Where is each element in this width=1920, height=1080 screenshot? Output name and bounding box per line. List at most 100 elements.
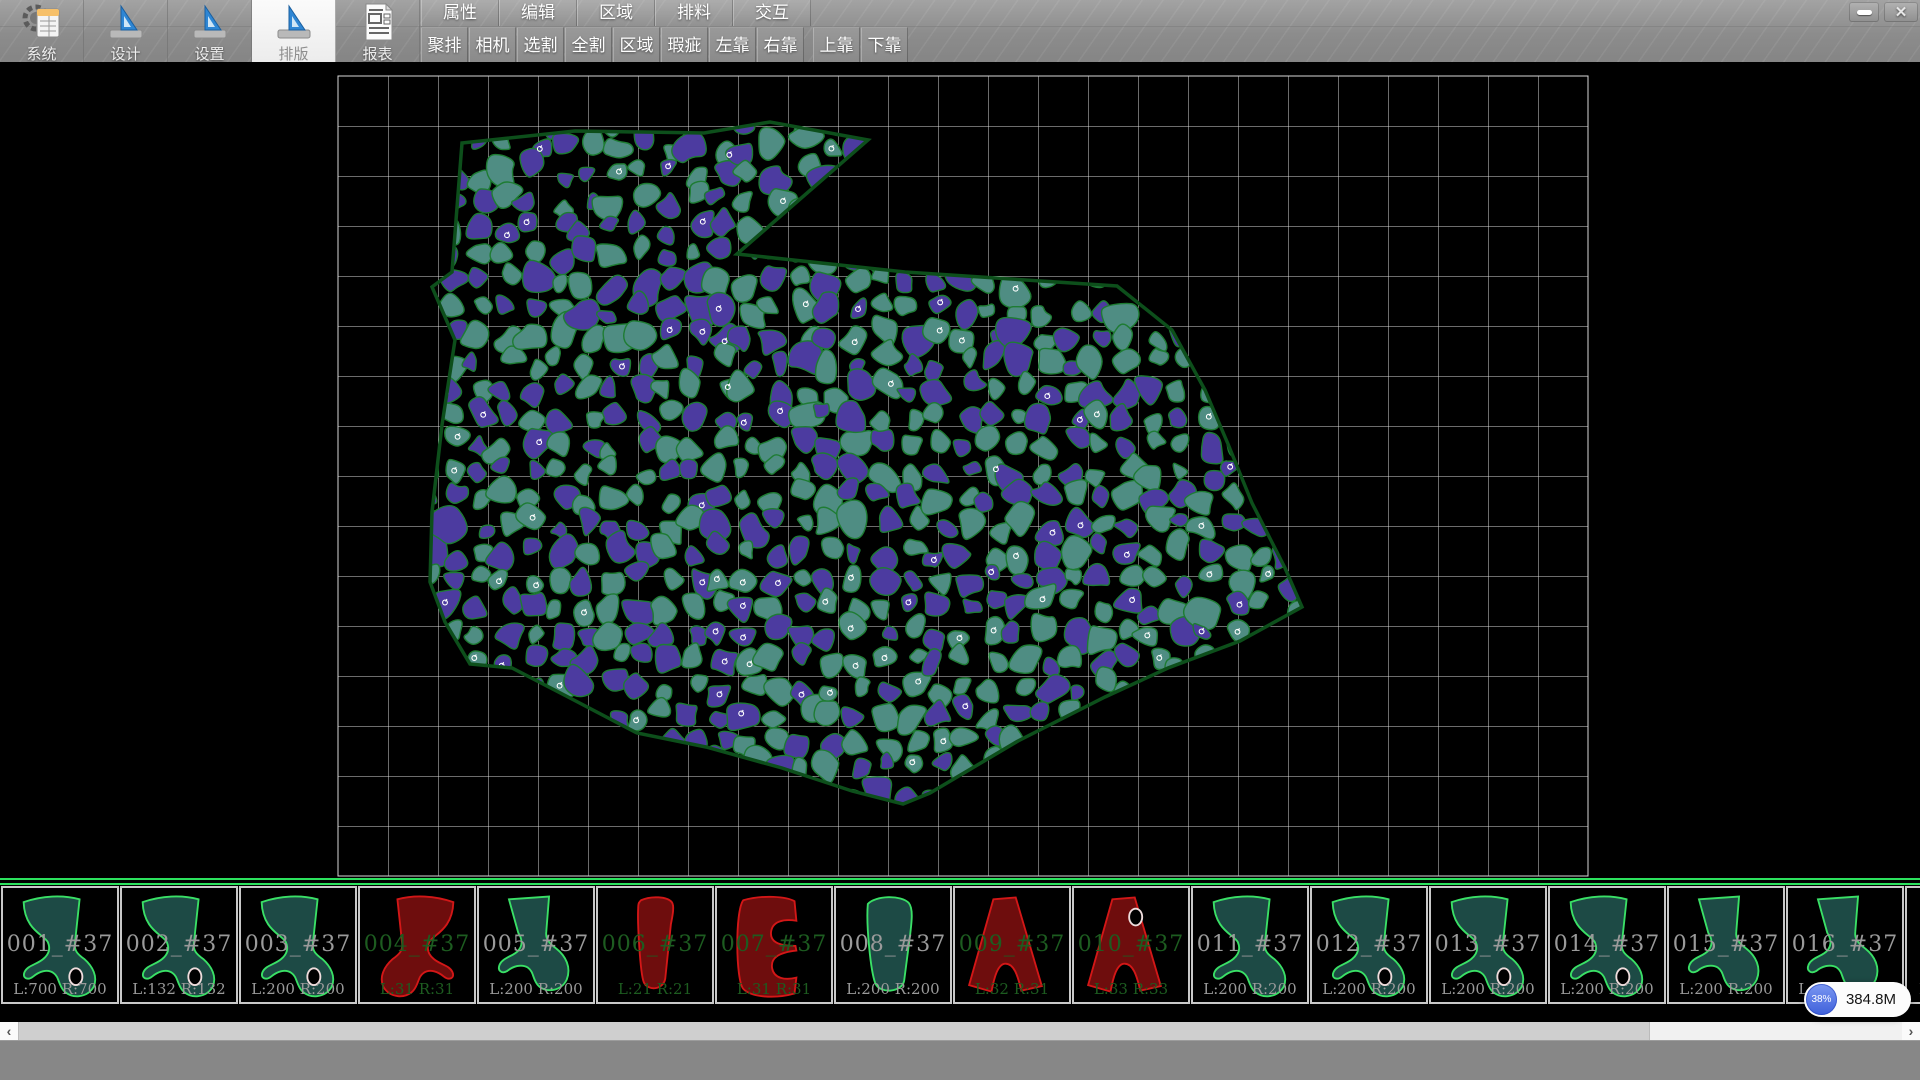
tool-defect[interactable]: 瑕疵 bbox=[661, 27, 708, 62]
settings-ruler-icon bbox=[188, 2, 232, 42]
piece-lr-count: L:132 R:132 bbox=[122, 980, 236, 998]
tab-label: 排版 bbox=[278, 43, 308, 64]
piece-id: 003_#37 bbox=[241, 932, 355, 957]
piece-id: 015_#37 bbox=[1669, 932, 1783, 957]
thumbnail-cell[interactable]: 003_#37 L:200 R:200 bbox=[239, 886, 357, 1004]
thumbnail-cell[interactable]: 004_#37 L:31 R:31 bbox=[358, 886, 476, 1004]
menu-row-primary: 属性 编辑 区域 排料 交互 bbox=[421, 0, 811, 26]
piece-lr-count: L:21 R:21 bbox=[598, 980, 712, 998]
piece-lr-count: L:200 R:200 bbox=[241, 980, 355, 998]
strip-top-line2 bbox=[0, 883, 1920, 885]
tool-region[interactable]: 区域 bbox=[613, 27, 660, 62]
tab-system[interactable]: 系统 bbox=[0, 0, 84, 62]
thumbnail-cell[interactable]: 009_#37 L:32 R:31 bbox=[953, 886, 1071, 1004]
piece-lr-count: L:200 R:200 bbox=[1193, 980, 1307, 998]
horizontal-scrollbar[interactable]: ‹ › bbox=[0, 1022, 1920, 1040]
close-icon: ✕ bbox=[1895, 5, 1908, 20]
piece-lr-count: L:33 R:33 bbox=[1074, 980, 1188, 998]
strip-top-line bbox=[0, 878, 1920, 880]
thumbnail-cell[interactable]: 014_#37 L:200 R:200 bbox=[1548, 886, 1666, 1004]
piece-id: 009_#37 bbox=[955, 932, 1069, 957]
piece-lr-count: L:31 R:31 bbox=[717, 980, 831, 998]
piece-id: 002_#37 bbox=[122, 932, 236, 957]
piece-id: 007_#37 bbox=[717, 932, 831, 957]
piece-lr-count: L:200 R:200 bbox=[1431, 980, 1545, 998]
piece-lr-count: L:200 R:200 bbox=[479, 980, 593, 998]
tab-label: 设计 bbox=[110, 43, 140, 64]
piece-id: 013_#37 bbox=[1431, 932, 1545, 957]
tab-design[interactable]: 设计 bbox=[84, 0, 168, 62]
design-ruler-icon bbox=[104, 2, 148, 42]
tool-camera[interactable]: 相机 bbox=[469, 27, 516, 62]
memory-value: 384.8M bbox=[1846, 991, 1896, 1008]
piece-lr-count: L:700 R:700 bbox=[3, 980, 117, 998]
thumbnail-cell[interactable]: 001_#37 L:700 R:700 bbox=[1, 886, 119, 1004]
tab-label: 设置 bbox=[194, 43, 224, 64]
thumbnail-cell[interactable]: 010_#37 L:33 R:33 bbox=[1072, 886, 1190, 1004]
thumbnail-cell[interactable]: 012_#37 L:200 R:200 bbox=[1310, 886, 1428, 1004]
menu-edit[interactable]: 编辑 bbox=[499, 0, 577, 26]
system-gear-icon bbox=[20, 2, 64, 42]
thumbnail-cell[interactable]: 011_#37L:200 R:200 bbox=[1191, 886, 1309, 1004]
application-window: 系统 设计 设置 bbox=[0, 0, 1920, 1080]
tab-settings[interactable]: 设置 bbox=[168, 0, 252, 62]
scroll-right-icon[interactable]: › bbox=[1902, 1022, 1920, 1040]
piece-lr-count: L:200 R:200 bbox=[1312, 980, 1426, 998]
tab-report[interactable]: 报表 bbox=[336, 0, 420, 62]
piece-lr-count: L:200 R:200 bbox=[836, 980, 950, 998]
piece-lr-count: L:200 R:200 bbox=[1669, 980, 1783, 998]
piece-thumbnail-strip: 001_#37L:700 R:700002_#37L:132 R:132003_… bbox=[0, 878, 1920, 1008]
piece-lr-count: L:31 R:31 bbox=[360, 980, 474, 998]
piece-id: 016_#37 bbox=[1788, 932, 1902, 957]
piece-id: 012_#37 bbox=[1312, 932, 1426, 957]
status-bar bbox=[0, 1040, 1920, 1080]
menu-properties[interactable]: 属性 bbox=[421, 0, 499, 26]
piece-id: 001_#37 bbox=[3, 932, 117, 957]
memory-indicator: 38% 384.8M bbox=[1804, 982, 1911, 1017]
tool-snap-left[interactable]: 左靠 bbox=[709, 27, 756, 62]
scroll-left-icon[interactable]: ‹ bbox=[0, 1022, 18, 1040]
close-button[interactable]: ✕ bbox=[1884, 2, 1918, 22]
piece-id: 006_#37 bbox=[598, 932, 712, 957]
piece-id: 014_#37 bbox=[1550, 932, 1664, 957]
tool-snap-bottom[interactable]: 下靠 bbox=[861, 27, 908, 62]
thumbnail-cells: 001_#37L:700 R:700002_#37L:132 R:132003_… bbox=[0, 886, 1920, 1006]
piece-id: 008_#37 bbox=[836, 932, 950, 957]
nesting-canvas[interactable] bbox=[0, 62, 1920, 880]
thumbnail-cell[interactable]: 008_#37 L:200 R:200 bbox=[834, 886, 952, 1004]
thumbnail-cell[interactable]: 015_#37 L:200 R:200 bbox=[1667, 886, 1785, 1004]
menu-row-tools: 聚排 相机 选割 全割 区域 瑕疵 左靠 右靠 上靠 下靠 bbox=[421, 27, 909, 62]
toolbar: 系统 设计 设置 bbox=[0, 0, 1920, 63]
report-doc-icon bbox=[356, 2, 400, 42]
piece-lr-count: L:200 R:200 bbox=[1550, 980, 1664, 998]
nesting-ruler-icon bbox=[272, 2, 316, 42]
tool-cut-all[interactable]: 全割 bbox=[565, 27, 612, 62]
menu-interact[interactable]: 交互 bbox=[733, 0, 811, 26]
memory-percent: 38% bbox=[1811, 994, 1831, 1005]
tool-snap-top[interactable]: 上靠 bbox=[813, 27, 860, 62]
thumbnail-cell[interactable]: 007_#37 L:31 R:31 bbox=[715, 886, 833, 1004]
tab-nesting[interactable]: 排版 bbox=[252, 0, 336, 62]
window-controls: ✕ bbox=[1849, 2, 1918, 22]
minimize-icon bbox=[1857, 10, 1872, 15]
thumbnail-cell[interactable]: 006_#37 L:21 R:21 bbox=[596, 886, 714, 1004]
thumbnail-cell[interactable]: 002_#37 L:132 R:132 bbox=[120, 886, 238, 1004]
memory-percent-badge: 38% bbox=[1806, 984, 1837, 1015]
tool-snap-right[interactable]: 右靠 bbox=[757, 27, 804, 62]
piece-id: 004_#37 bbox=[360, 932, 474, 957]
piece-id: 0 bbox=[1907, 932, 1920, 957]
tab-label: 系统 bbox=[26, 43, 56, 64]
menu-region[interactable]: 区域 bbox=[577, 0, 655, 26]
thumbnail-cell[interactable]: 005_#37 L:200 R:200 bbox=[477, 886, 595, 1004]
menu-nest[interactable]: 排料 bbox=[655, 0, 733, 26]
main-tab-strip: 系统 设计 设置 bbox=[0, 0, 420, 62]
scrollbar-thumb[interactable] bbox=[18, 1022, 1650, 1040]
minimize-button[interactable] bbox=[1849, 2, 1879, 22]
thumbnail-cell[interactable]: 013_#37 L:200 R:200 bbox=[1429, 886, 1547, 1004]
thumbnail-cell[interactable]: 0L: bbox=[1905, 886, 1920, 1004]
tool-select-cut[interactable]: 选割 bbox=[517, 27, 564, 62]
tool-cluster-nest[interactable]: 聚排 bbox=[421, 27, 468, 62]
piece-id: 005_#37 bbox=[479, 932, 593, 957]
piece-id: 010_#37 bbox=[1074, 932, 1188, 957]
piece-lr-count: L:32 R:31 bbox=[955, 980, 1069, 998]
